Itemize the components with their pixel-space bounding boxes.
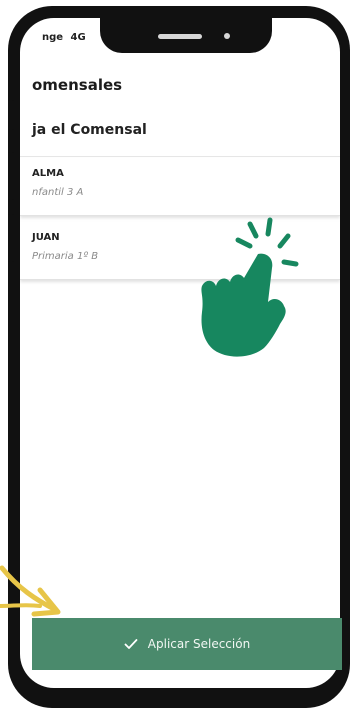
phone-side-button	[8, 152, 14, 200]
tap-hand-icon	[188, 216, 303, 365]
network-label: 4G	[70, 32, 86, 43]
apply-selection-button[interactable]: Aplicar Selección	[32, 618, 342, 670]
diner-item-alma[interactable]: ALMA nfantil 3 A	[20, 158, 340, 216]
divider	[20, 156, 340, 157]
phone-notch	[100, 8, 272, 53]
diner-class: Primaria 1º B	[32, 251, 99, 262]
section-header: ja el Comensal	[32, 122, 147, 138]
diner-name: ALMA	[32, 168, 64, 179]
status-bar: nge 4G	[42, 32, 86, 43]
camera-dot	[224, 33, 230, 39]
carrier-label: nge	[42, 32, 64, 43]
speaker-grille	[158, 34, 202, 39]
apply-selection-label: Aplicar Selección	[147, 637, 251, 651]
check-icon	[124, 638, 138, 650]
curved-arrow-icon	[0, 560, 72, 624]
phone-side-button	[8, 100, 14, 130]
diner-class: nfantil 3 A	[32, 187, 84, 198]
page-title: omensales	[32, 76, 123, 94]
diner-name: JUAN	[32, 232, 60, 243]
phone-side-button	[8, 214, 14, 262]
